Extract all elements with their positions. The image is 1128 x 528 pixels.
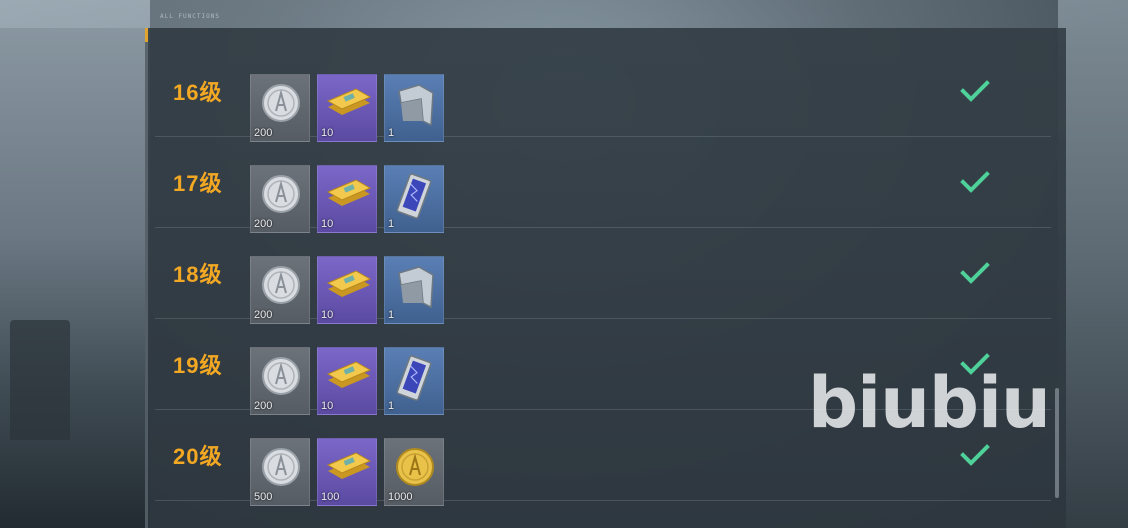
item-count: 100 [321, 491, 340, 503]
reward-row: 17级 200 10 1 [155, 137, 1051, 233]
scrollbar[interactable] [1055, 388, 1059, 498]
reward-item[interactable]: 1000 [384, 438, 444, 506]
reward-item[interactable]: 10 [317, 74, 377, 142]
reward-item[interactable]: 10 [317, 256, 377, 324]
reward-item[interactable]: 200 [250, 256, 310, 324]
reward-items: 200 10 1 [250, 165, 444, 233]
level-label: 16级 [173, 80, 223, 105]
reward-item[interactable]: 1 [384, 256, 444, 324]
reward-item[interactable]: 200 [250, 347, 310, 415]
claimed-check-icon [960, 46, 990, 136]
reward-items: 200 10 1 [250, 256, 444, 324]
reward-item[interactable]: 1 [384, 165, 444, 233]
reward-items: 200 10 1 [250, 347, 444, 415]
claimed-check-icon [960, 228, 990, 318]
level-label: 17级 [173, 171, 223, 196]
header-code-text: ALL FUNCTIONS [160, 13, 220, 20]
reward-items: 200 10 1 [250, 74, 444, 142]
reward-row: 18级 200 10 1 [155, 228, 1051, 324]
panel-accent [145, 28, 148, 42]
reward-item[interactable]: 200 [250, 74, 310, 142]
background-right-scenery [1058, 0, 1128, 528]
watermark: biubiu [808, 362, 1051, 444]
reward-item[interactable]: 100 [317, 438, 377, 506]
level-label: 19级 [173, 353, 223, 378]
item-count: 500 [254, 491, 273, 503]
level-label: 20级 [173, 444, 223, 469]
reward-item[interactable]: 10 [317, 165, 377, 233]
reward-items: 500 100 1000 [250, 438, 444, 506]
item-count: 1000 [388, 491, 413, 503]
reward-item[interactable]: 10 [317, 347, 377, 415]
claimed-check-icon [960, 137, 990, 227]
reward-item[interactable]: 1 [384, 347, 444, 415]
reward-item[interactable]: 200 [250, 165, 310, 233]
background-left-scenery [0, 0, 150, 528]
level-label: 18级 [173, 262, 223, 287]
reward-item[interactable]: 500 [250, 438, 310, 506]
reward-row: 16级 200 10 1 [155, 46, 1051, 142]
reward-item[interactable]: 1 [384, 74, 444, 142]
